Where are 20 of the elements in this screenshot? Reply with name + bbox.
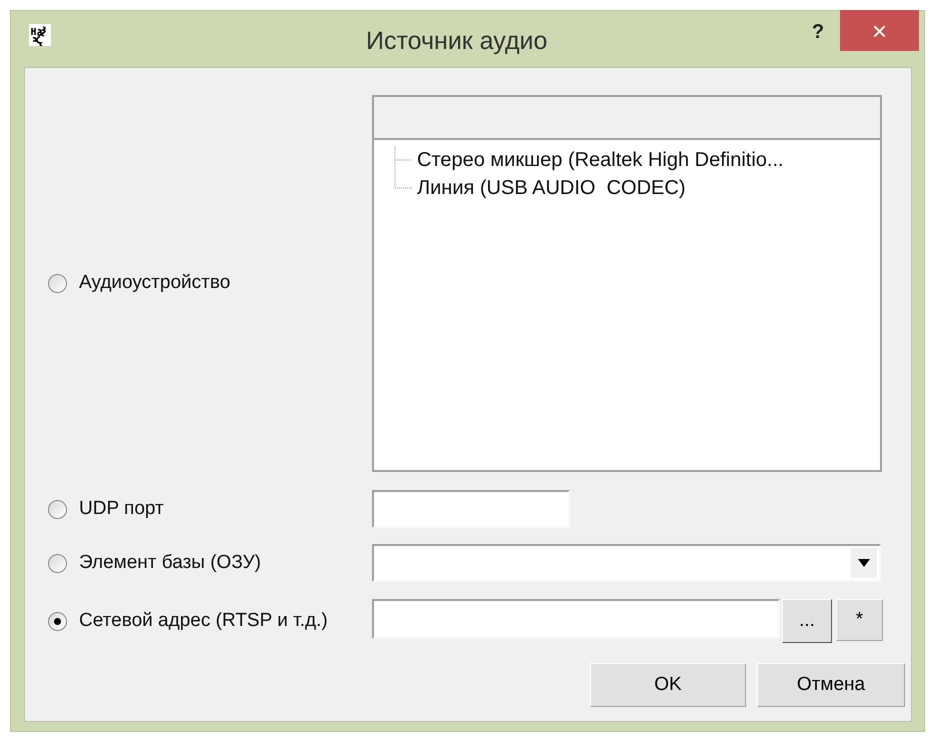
ok-button[interactable]: OK	[590, 663, 746, 707]
tree-item[interactable]: Линия (USB AUDIO CODEC)	[417, 174, 784, 202]
radio-label: UDP порт	[79, 496, 164, 521]
radio-label: Элемент базы (ОЗУ)	[79, 550, 261, 575]
app-icon	[29, 24, 51, 46]
radio-button[interactable]	[48, 274, 67, 293]
radio-button[interactable]	[48, 612, 67, 630]
window-title: Источник аудио	[366, 26, 548, 57]
tree-item[interactable]: Стерео микшер (Realtek High Definitio...	[417, 146, 784, 174]
address-field[interactable]	[372, 599, 780, 639]
port-field[interactable]	[372, 490, 570, 528]
radio-label: Аудиоустройство	[79, 271, 230, 296]
browse-button[interactable]: ...	[782, 599, 832, 643]
star-button[interactable]: *	[836, 599, 883, 641]
close-button[interactable]: ×	[840, 10, 919, 51]
radio-button[interactable]	[48, 554, 67, 572]
help-button[interactable]: ?	[804, 15, 832, 49]
radio-label: Сетевой адрес (RTSP и т.д.)	[79, 608, 328, 633]
radio-button[interactable]	[48, 500, 67, 518]
cancel-button[interactable]: Отмена	[757, 663, 905, 707]
